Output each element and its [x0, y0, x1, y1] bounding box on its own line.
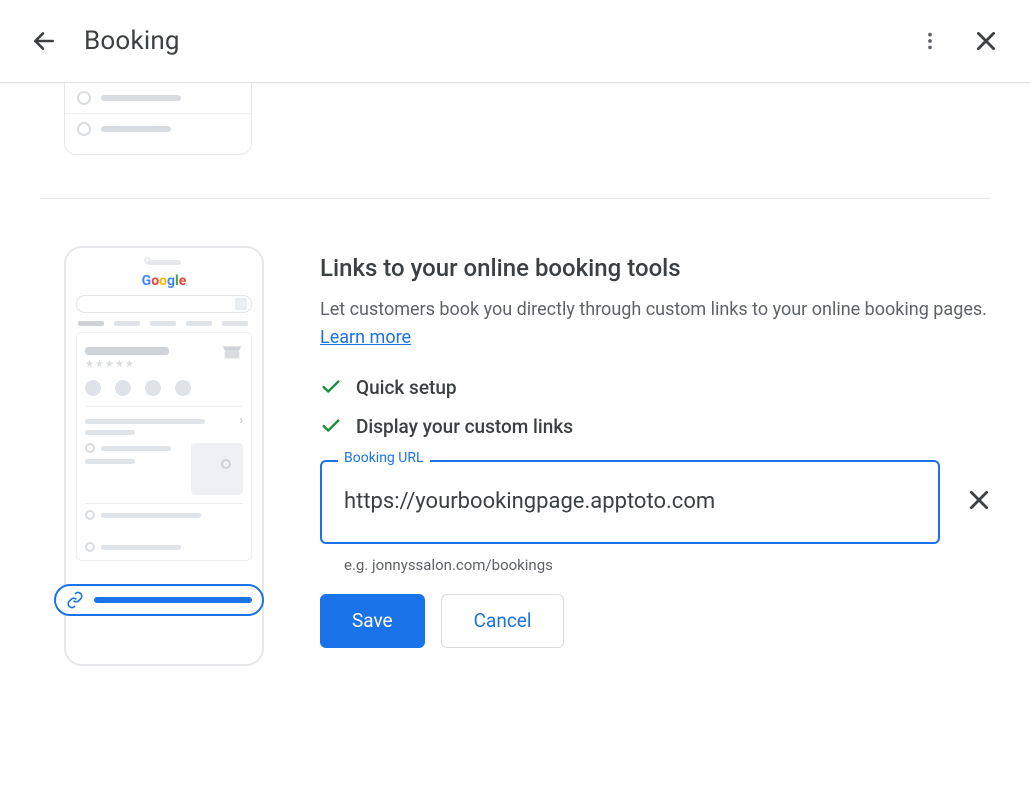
- cancel-button[interactable]: Cancel: [441, 594, 565, 648]
- section-subtext: Let customers book you directly through …: [320, 296, 992, 352]
- more-options-button[interactable]: [910, 21, 950, 61]
- google-logo: Google: [76, 273, 252, 289]
- check-icon: [320, 415, 342, 437]
- store-icon: [221, 341, 243, 363]
- close-icon: [973, 28, 999, 54]
- link-icon: [66, 591, 84, 609]
- chevron-right-icon: ›: [239, 413, 243, 427]
- feature-display-links: Display your custom links: [320, 415, 992, 438]
- booking-links-section: Links to your online booking tools Let c…: [320, 230, 992, 666]
- booking-url-input[interactable]: [320, 460, 940, 544]
- section-heading: Links to your online booking tools: [320, 254, 992, 282]
- booking-url-hint: e.g. jonnyssalon.com/bookings: [344, 556, 992, 574]
- feature-quick-setup: Quick setup: [320, 376, 992, 399]
- save-button[interactable]: Save: [320, 594, 425, 648]
- close-button[interactable]: [966, 21, 1006, 61]
- learn-more-link[interactable]: Learn more: [320, 327, 411, 348]
- link-highlight: [54, 584, 264, 616]
- vertical-dots-icon: [919, 30, 941, 52]
- clear-input-button[interactable]: [966, 487, 992, 517]
- back-button[interactable]: [24, 21, 64, 61]
- arrow-left-icon: [31, 28, 57, 54]
- app-bar: Booking: [0, 0, 1030, 83]
- page-title: Booking: [84, 26, 180, 56]
- booking-url-label: Booking URL: [338, 450, 430, 466]
- map-thumbnail: [191, 443, 243, 495]
- check-icon: [320, 376, 342, 398]
- preview-fragment: [64, 83, 252, 155]
- booking-url-field: Booking URL: [320, 460, 940, 544]
- phone-preview: Google ★★★★★ ›: [64, 246, 264, 666]
- preview-search-bar: [76, 295, 252, 313]
- section-divider: [40, 198, 990, 199]
- close-icon: [966, 487, 992, 513]
